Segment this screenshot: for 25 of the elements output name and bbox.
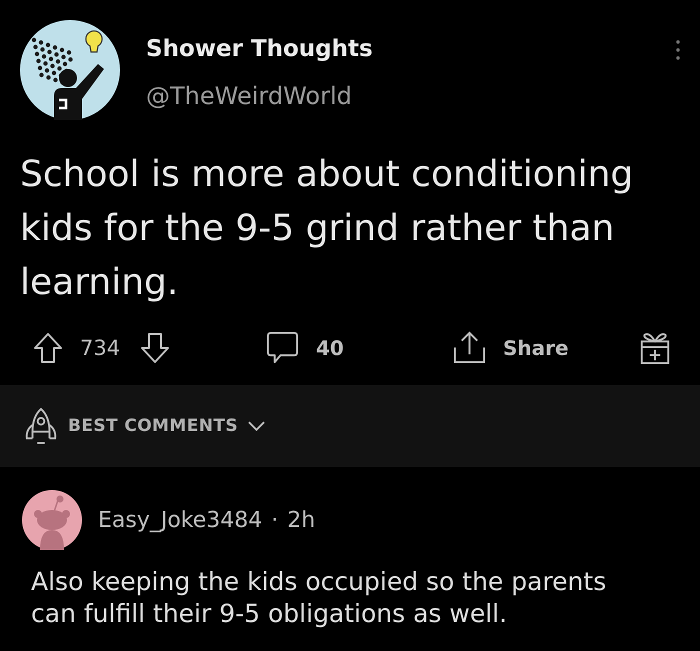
comments-button[interactable]: 40 [265,330,344,365]
more-button[interactable] [676,40,680,60]
downvote-button[interactable] [140,332,170,364]
chevron-down-icon [248,421,265,431]
rocket-icon [24,407,58,445]
down-arrow-icon [140,332,170,364]
shower-person-icon [20,20,120,120]
community-name[interactable]: Shower Thoughts [146,34,373,64]
share-button[interactable]: Share [452,330,569,365]
award-button[interactable] [638,330,672,364]
share-icon [452,330,487,365]
comment-text: Also keeping the kids occupied so the parents can fulfill their 9-5 obligations as well. [31,566,608,630]
upvote-button[interactable] [33,332,63,364]
comment-author[interactable]: Easy_Joke3484 [98,508,262,532]
vote-count: 734 [80,336,120,360]
avatar-icon [22,490,82,550]
user-handle[interactable]: @TheWeirdWorld [146,81,352,111]
sort-button[interactable]: BEST COMMENTS [24,407,265,445]
post-text: School is more about conditioning kids for the 9-5 grind rather than learning. [20,153,634,305]
comment-time: 2h [287,508,316,532]
gift-icon [638,330,672,364]
more-icon [676,40,680,60]
speech-bubble-icon [265,330,300,365]
separator-dot: · [271,508,278,532]
up-arrow-icon [33,332,63,364]
